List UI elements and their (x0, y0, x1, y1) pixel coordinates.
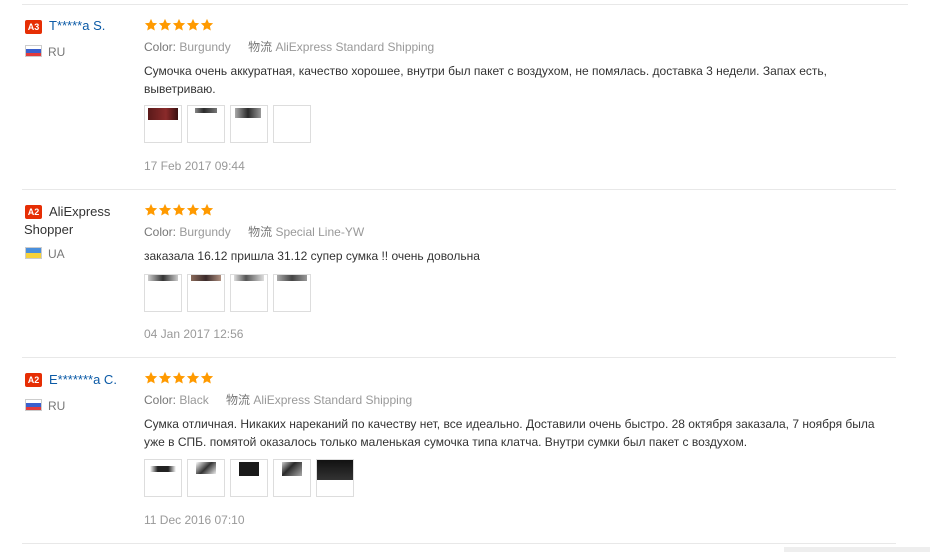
review-photo-thumbnail[interactable] (273, 274, 311, 312)
review-photo-thumbnail[interactable] (273, 105, 311, 143)
country-code: RU (48, 399, 66, 413)
review-divider (22, 189, 896, 190)
color-value: Burgundy (179, 40, 231, 54)
star-icon (200, 18, 214, 31)
scrollbar-track[interactable] (784, 547, 930, 552)
review-photo-thumbnail[interactable] (144, 105, 182, 143)
user-name[interactable]: AliExpress Shopper (24, 203, 110, 239)
color-label: Color: (144, 393, 177, 407)
review-date: 04 Jan 2017 12:56 (144, 327, 244, 341)
star-icon (172, 203, 186, 216)
star-icon (144, 18, 158, 31)
shipping-label: 物流 (248, 225, 273, 239)
star-icon (172, 371, 186, 384)
shipping-value: AliExpress Standard Shipping (253, 393, 413, 407)
star-icon (186, 371, 200, 384)
review-photo-thumbnail[interactable] (230, 274, 268, 312)
star-icon (158, 371, 172, 384)
shipping-label: 物流 (226, 393, 251, 407)
review-photo-thumbnail[interactable] (230, 459, 268, 497)
star-icon (144, 203, 158, 216)
order-info: Color: Burgundy 物流 AliExpress Standard S… (144, 39, 434, 55)
review-photos (144, 459, 354, 497)
order-info: Color: Black 物流 AliExpress Standard Ship… (144, 392, 412, 408)
user-name[interactable]: T*****a S. (24, 17, 105, 35)
star-icon (158, 18, 172, 31)
shipping-label: 物流 (248, 40, 273, 54)
user-name-line2[interactable]: Shopper (24, 221, 110, 239)
review-photo-thumbnail[interactable] (144, 274, 182, 312)
review-photos (144, 274, 311, 312)
color-label: Color: (144, 225, 177, 239)
shipping-value: Special Line-YW (275, 225, 365, 239)
review-photo-thumbnail[interactable] (187, 274, 225, 312)
shipping-value: AliExpress Standard Shipping (275, 40, 435, 54)
star-rating (144, 203, 214, 219)
star-icon (158, 203, 172, 216)
review-divider (22, 357, 896, 358)
star-icon (186, 18, 200, 31)
color-label: Color: (144, 40, 177, 54)
user-name-text[interactable]: E*******a C. (24, 372, 117, 387)
review-text: заказала 16.12 пришла 31.12 супер сумка … (144, 249, 480, 263)
review-text: Сумочка очень аккуратная, качество хорош… (144, 64, 828, 96)
star-icon (200, 371, 214, 384)
review-photo-thumbnail[interactable] (273, 459, 311, 497)
review-photo-thumbnail[interactable] (144, 459, 182, 497)
star-rating (144, 371, 214, 387)
star-icon (144, 371, 158, 384)
flag-russia-icon (25, 45, 42, 57)
review-text: Сумка отличная. Никаких нареканий по кач… (144, 417, 875, 449)
review-date: 17 Feb 2017 09:44 (144, 159, 245, 173)
top-divider (22, 4, 908, 5)
review-photos (144, 105, 311, 143)
review-divider (22, 543, 896, 544)
review-date: 11 Dec 2016 07:10 (144, 513, 245, 527)
review-photo-thumbnail[interactable] (316, 459, 354, 497)
user-name-text[interactable]: T*****a S. (24, 18, 105, 33)
star-icon (200, 203, 214, 216)
country-code: RU (48, 45, 66, 59)
user-name[interactable]: E*******a C. (24, 371, 117, 389)
country-code: UA (48, 247, 65, 261)
review-photo-thumbnail[interactable] (230, 105, 268, 143)
review-photo-thumbnail[interactable] (187, 459, 225, 497)
star-icon (186, 203, 200, 216)
star-rating (144, 18, 214, 34)
user-name-line1[interactable]: AliExpress (24, 203, 110, 221)
color-value: Black (179, 393, 209, 407)
review-photo-thumbnail[interactable] (187, 105, 225, 143)
flag-russia-icon (25, 399, 42, 411)
star-icon (172, 18, 186, 31)
color-value: Burgundy (179, 225, 231, 239)
flag-ukraine-icon (25, 247, 42, 259)
order-info: Color: Burgundy 物流 Special Line-YW (144, 224, 364, 240)
